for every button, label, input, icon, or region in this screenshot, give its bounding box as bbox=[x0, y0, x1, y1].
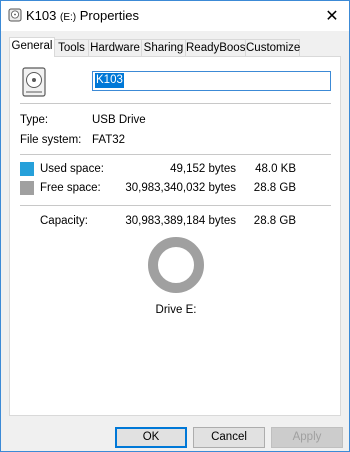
apply-button[interactable]: Apply bbox=[271, 427, 343, 448]
separator bbox=[20, 154, 331, 155]
general-panel: K103 Type: USB Drive File system: FAT32 … bbox=[9, 56, 341, 416]
tab-sharing[interactable]: Sharing bbox=[141, 39, 186, 56]
capacity-human: 28.8 GB bbox=[253, 215, 296, 227]
properties-window: K103 (E:) Properties ✕ General Tools Har… bbox=[0, 0, 350, 452]
drive-name-selection: K103 bbox=[95, 73, 124, 88]
separator bbox=[20, 103, 331, 104]
used-space-label: Used space: bbox=[40, 163, 104, 175]
type-value: USB Drive bbox=[92, 114, 146, 126]
dialog-footer: OK Cancel Apply bbox=[1, 416, 349, 451]
used-space-bytes: 49,152 bytes bbox=[170, 163, 236, 175]
close-button[interactable]: ✕ bbox=[315, 1, 349, 31]
used-space-swatch bbox=[20, 162, 34, 176]
window-title: K103 (E:) Properties bbox=[26, 8, 139, 23]
close-icon: ✕ bbox=[325, 8, 339, 25]
cancel-button[interactable]: Cancel bbox=[193, 427, 265, 448]
window-title-suffix: Properties bbox=[79, 8, 139, 23]
free-space-label: Free space: bbox=[40, 182, 101, 194]
drive-name-input[interactable]: K103 bbox=[92, 71, 331, 91]
file-system-value: FAT32 bbox=[92, 134, 126, 146]
window-title-drive: (E:) bbox=[60, 12, 77, 23]
drive-icon bbox=[8, 8, 22, 22]
file-system-label: File system: bbox=[20, 134, 82, 146]
free-space-swatch bbox=[20, 181, 34, 195]
drive-label: Drive E: bbox=[155, 304, 197, 316]
usb-drive-icon bbox=[22, 67, 46, 97]
tab-customize[interactable]: Customize bbox=[245, 39, 300, 56]
window-title-name: K103 bbox=[26, 8, 57, 23]
title-bar[interactable]: K103 (E:) Properties ✕ bbox=[1, 1, 349, 31]
capacity-bytes: 30,983,389,184 bytes bbox=[125, 215, 236, 227]
tab-general[interactable]: General bbox=[9, 37, 55, 57]
tab-tools[interactable]: Tools bbox=[54, 39, 89, 56]
used-space-human: 48.0 KB bbox=[255, 163, 296, 175]
separator bbox=[20, 205, 331, 206]
tab-hardware[interactable]: Hardware bbox=[88, 39, 142, 56]
ok-button[interactable]: OK bbox=[115, 427, 187, 448]
usage-donut-chart bbox=[148, 237, 204, 293]
free-space-human: 28.8 GB bbox=[253, 182, 296, 194]
tab-readyboost[interactable]: ReadyBoost bbox=[185, 39, 249, 56]
free-space-bytes: 30,983,340,032 bytes bbox=[125, 182, 236, 194]
capacity-label: Capacity: bbox=[40, 215, 88, 227]
type-label: Type: bbox=[20, 114, 49, 126]
